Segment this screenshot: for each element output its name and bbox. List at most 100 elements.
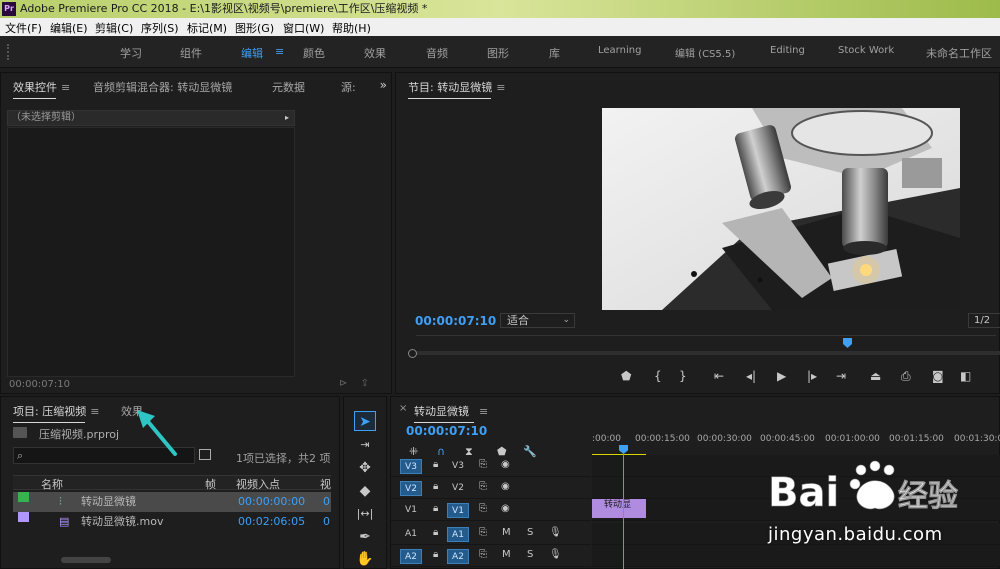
workspace-tab-editing[interactable]: 编辑 bbox=[241, 45, 263, 61]
tab-project[interactable]: 项目: 压缩视频 ≡ bbox=[13, 403, 99, 423]
workspace-tab-graphics[interactable]: 图形 bbox=[487, 45, 509, 61]
go-to-out-icon[interactable]: ⇥ bbox=[836, 369, 846, 383]
mute-button[interactable]: M bbox=[502, 549, 511, 560]
source-patch-v1[interactable]: V1 bbox=[400, 503, 422, 518]
menu-help[interactable]: 帮助(H) bbox=[332, 20, 371, 36]
workspace-tab-editing-en[interactable]: Editing bbox=[770, 45, 805, 56]
tab-metadata[interactable]: 元数据 bbox=[272, 79, 305, 95]
new-bin-icon[interactable] bbox=[199, 449, 211, 460]
label-color-swatch[interactable] bbox=[18, 492, 29, 502]
workspace-tab-stock-work[interactable]: Stock Work bbox=[838, 45, 894, 56]
marker-icon[interactable]: ⬟ bbox=[621, 369, 631, 383]
workspace-tab-unnamed[interactable]: 未命名工作区 bbox=[926, 45, 992, 61]
eye-icon[interactable]: ◉ bbox=[501, 459, 510, 470]
sync-lock-icon[interactable]: ⎘ bbox=[479, 459, 487, 470]
menu-window[interactable]: 窗口(W) bbox=[283, 20, 324, 36]
program-video-frame[interactable] bbox=[602, 108, 960, 310]
tab-program[interactable]: 节目: 转动显微镜 ≡ bbox=[408, 79, 505, 99]
panel-menu-icon[interactable]: ≡ bbox=[90, 405, 99, 418]
program-timecode[interactable]: 00:00:07:10 bbox=[415, 314, 496, 328]
project-horizontal-scrollbar[interactable] bbox=[61, 557, 111, 563]
eye-icon[interactable]: ◉ bbox=[501, 481, 510, 492]
track-select-tool-icon[interactable]: ⇥ bbox=[354, 435, 376, 455]
menu-sequence[interactable]: 序列(S) bbox=[141, 20, 179, 36]
menu-clip[interactable]: 剪辑(C) bbox=[95, 20, 133, 36]
workspace-grip[interactable] bbox=[7, 44, 9, 60]
workspace-tab-color[interactable]: 颜色 bbox=[303, 45, 325, 61]
slip-tool-icon[interactable]: |↔| bbox=[354, 504, 376, 524]
timeline-playhead[interactable] bbox=[623, 447, 624, 569]
panel-menu-icon[interactable]: ≡ bbox=[479, 405, 488, 418]
track-target-v1[interactable]: V1 bbox=[447, 503, 469, 518]
tab-effect-controls[interactable]: 效果控件 ≡ bbox=[13, 79, 70, 99]
sync-lock-icon[interactable]: ⎘ bbox=[479, 527, 487, 538]
sync-lock-icon[interactable]: ⎘ bbox=[479, 549, 487, 560]
timeline-timecode[interactable]: 00:00:07:10 bbox=[406, 424, 487, 438]
program-time-ruler[interactable] bbox=[416, 335, 996, 341]
menu-edit[interactable]: 编辑(E) bbox=[50, 20, 88, 36]
expand-arrow-icon[interactable]: ▸ bbox=[285, 111, 289, 125]
solo-button[interactable]: S bbox=[527, 527, 533, 538]
fit-zoom-dropdown[interactable]: 适合 ⌄ bbox=[500, 313, 575, 328]
program-scrub-bar[interactable] bbox=[410, 351, 1000, 355]
play-icon[interactable]: ▶ bbox=[777, 369, 786, 383]
hand-tool-icon[interactable]: ✋ bbox=[354, 549, 376, 569]
lock-icon[interactable]: 🔒︎ bbox=[433, 549, 438, 560]
tab-audio-clip-mixer[interactable]: 音频剪辑混合器: 转动显微镜 bbox=[93, 79, 232, 95]
workspace-tab-learn[interactable]: 学习 bbox=[120, 45, 142, 61]
export-icon[interactable]: ⇪ bbox=[361, 378, 369, 389]
step-back-icon[interactable]: ◂| bbox=[746, 369, 756, 383]
microphone-icon[interactable]: 🎙︎ bbox=[549, 549, 562, 560]
timeline-ruler[interactable]: :00:00 00:00:15:00 00:00:30:00 00:00:45:… bbox=[592, 431, 1000, 447]
extract-icon[interactable]: ⎙ bbox=[901, 369, 911, 384]
close-icon[interactable]: × bbox=[399, 403, 407, 414]
panel-menu-icon[interactable]: ≡ bbox=[496, 81, 505, 94]
menu-marker[interactable]: 标记(M) bbox=[187, 20, 227, 36]
sync-lock-icon[interactable]: ⎘ bbox=[479, 481, 487, 492]
filter-icon[interactable]: ⊳ bbox=[339, 378, 347, 389]
workspace-menu-icon[interactable]: ≡ bbox=[275, 45, 284, 58]
track-target-v3[interactable]: V3 bbox=[447, 459, 469, 474]
mark-in-icon[interactable]: { bbox=[654, 369, 662, 383]
source-patch-v2[interactable]: V2 bbox=[400, 481, 422, 496]
zoom-handle[interactable] bbox=[408, 349, 417, 358]
project-item-sequence[interactable]: ⫶ 转动显微镜 00:00:00:00 0 bbox=[13, 492, 331, 512]
panel-overflow-icon[interactable]: » bbox=[380, 78, 387, 92]
lock-icon[interactable]: 🔒︎ bbox=[433, 481, 438, 492]
track-target-a1[interactable]: A1 bbox=[447, 527, 469, 542]
step-forward-icon[interactable]: |▸ bbox=[807, 369, 817, 383]
source-patch-v3[interactable]: V3 bbox=[400, 459, 422, 474]
source-patch-a2[interactable]: A2 bbox=[400, 549, 422, 564]
go-to-in-icon[interactable]: ⇤ bbox=[714, 369, 724, 383]
eye-icon[interactable]: ◉ bbox=[501, 503, 510, 514]
mute-button[interactable]: M bbox=[502, 527, 511, 538]
tab-sequence[interactable]: 转动显微镜 ≡ bbox=[414, 403, 488, 423]
lock-icon[interactable]: 🔒︎ bbox=[433, 459, 438, 470]
workspace-tab-libraries[interactable]: 库 bbox=[549, 45, 560, 61]
export-frame-icon[interactable]: ◙ bbox=[932, 369, 944, 383]
workspace-tab-effects[interactable]: 效果 bbox=[364, 45, 386, 61]
lift-icon[interactable]: ⏏ bbox=[870, 369, 881, 383]
workspace-tab-audio[interactable]: 音频 bbox=[426, 45, 448, 61]
lock-icon[interactable]: 🔒︎ bbox=[433, 527, 438, 538]
mark-out-icon[interactable]: } bbox=[679, 369, 687, 383]
column-name[interactable]: 名称 bbox=[41, 476, 63, 492]
ripple-edit-tool-icon[interactable]: ✥ bbox=[354, 458, 376, 478]
column-frame-rate[interactable]: 帧 bbox=[205, 476, 216, 492]
workspace-tab-editing-cs55[interactable]: 编辑 (CS5.5) bbox=[675, 45, 735, 60]
pen-tool-icon[interactable]: ✒ bbox=[354, 527, 376, 547]
panel-menu-icon[interactable]: ≡ bbox=[61, 81, 70, 94]
razor-tool-icon[interactable]: ◆ bbox=[354, 481, 376, 501]
workspace-tab-learning[interactable]: Learning bbox=[598, 45, 641, 56]
track-target-a2[interactable]: A2 bbox=[447, 549, 469, 564]
lock-icon[interactable]: 🔒︎ bbox=[433, 503, 438, 514]
menu-file[interactable]: 文件(F) bbox=[5, 20, 42, 36]
sync-lock-icon[interactable]: ⎘ bbox=[479, 503, 487, 514]
project-item-clip[interactable]: ▤ 转动显微镜.mov 00:02:06:05 0 bbox=[13, 512, 331, 532]
program-playhead[interactable] bbox=[843, 338, 852, 348]
workspace-tab-assembly[interactable]: 组件 bbox=[180, 45, 202, 61]
column-media-start[interactable]: 视频入点 bbox=[236, 476, 280, 492]
video-clip[interactable]: 转动显 bbox=[592, 499, 646, 518]
microphone-icon[interactable]: 🎙︎ bbox=[549, 527, 562, 538]
label-color-swatch[interactable] bbox=[18, 512, 29, 522]
